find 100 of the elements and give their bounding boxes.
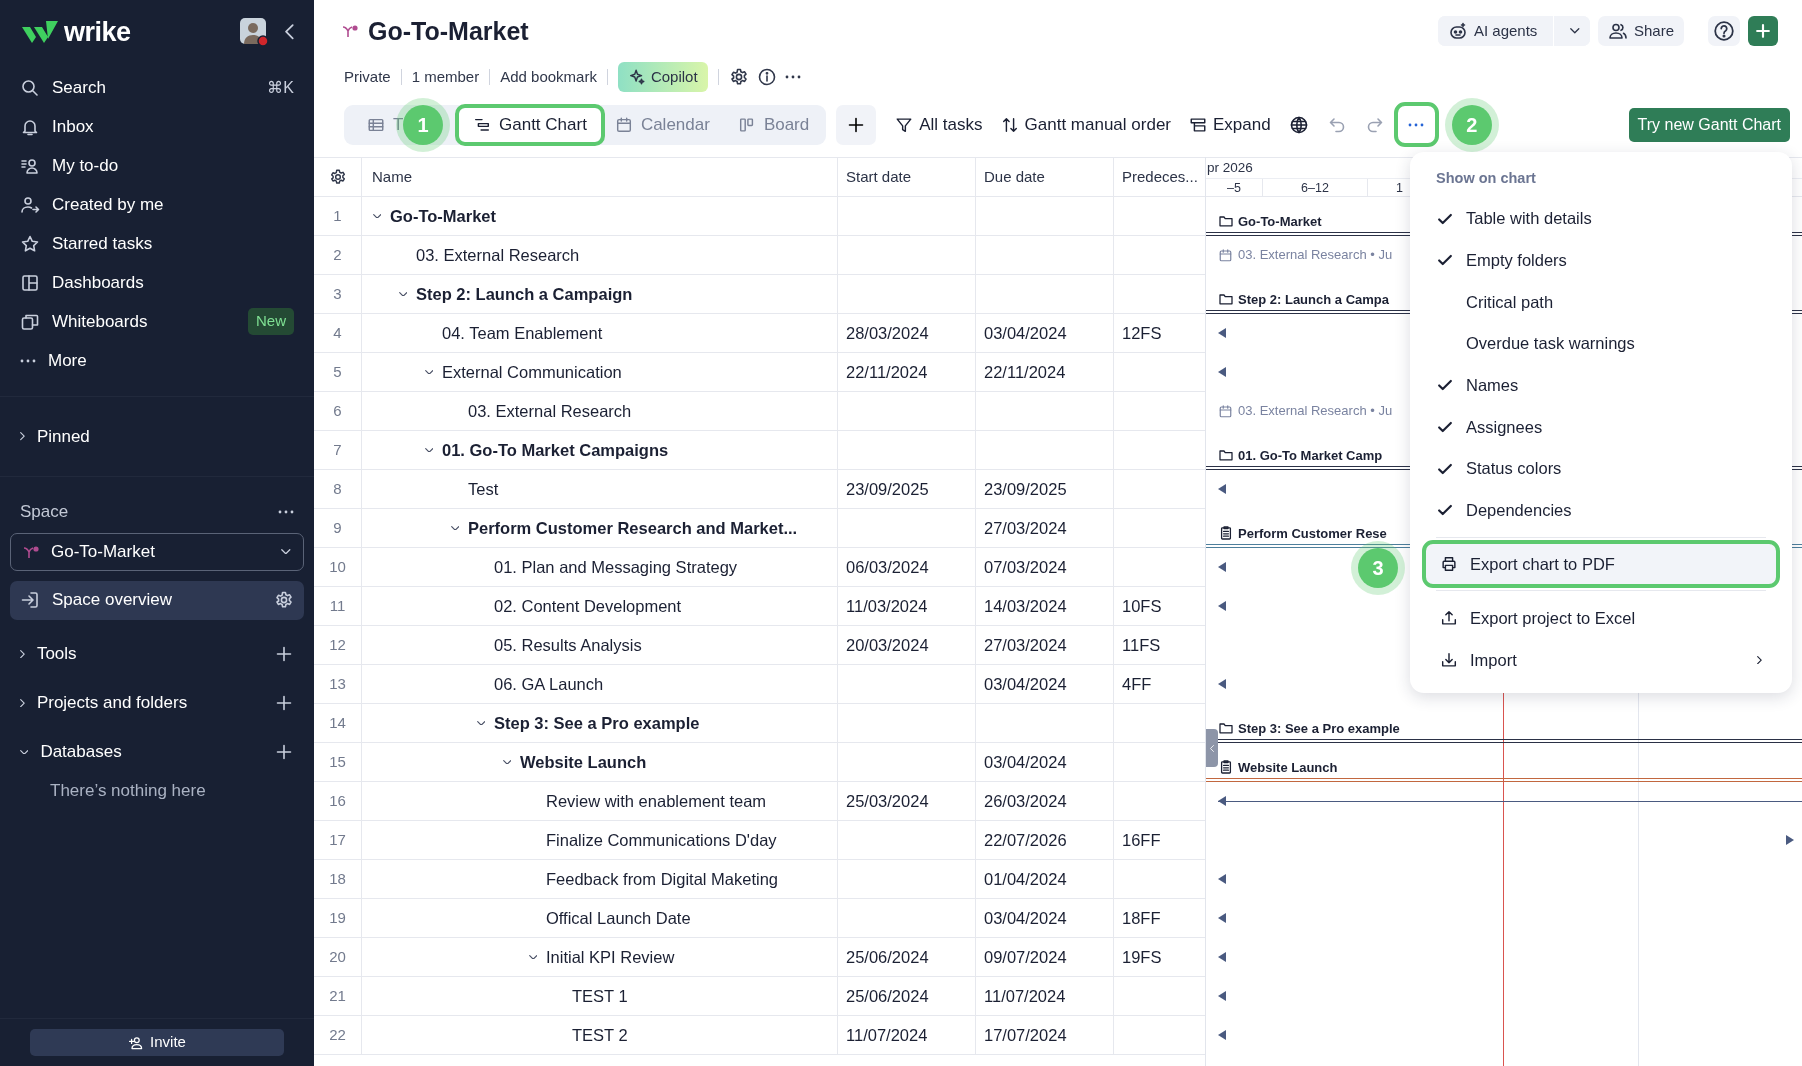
task-name[interactable]: Initial KPI Review — [546, 944, 675, 970]
settings-button[interactable] — [728, 67, 749, 87]
gantt-bar-label[interactable]: Perform Customer Rese — [1218, 523, 1387, 543]
more-icon — [278, 509, 294, 514]
menu-item[interactable]: Assignees — [1426, 406, 1776, 448]
menu-item[interactable]: Export project to Excel — [1426, 597, 1776, 640]
offscreen-arrow-icon[interactable] — [1218, 328, 1226, 338]
add-view-button[interactable] — [836, 104, 877, 145]
task-name[interactable]: 05. Results Analysis — [494, 632, 642, 658]
space-options-button[interactable] — [278, 509, 294, 514]
plus-icon — [1754, 21, 1772, 41]
plus-icon — [274, 644, 294, 664]
step-marker: 1 — [403, 104, 443, 145]
sidebar-item[interactable]: Whiteboards New — [0, 302, 314, 341]
task-name[interactable]: 02. Content Development — [494, 593, 682, 619]
offscreen-arrow-icon[interactable] — [1218, 601, 1226, 611]
task-name[interactable]: External Communication — [442, 359, 622, 385]
gantt-bar-label[interactable]: 03. External Research • Ju — [1218, 401, 1393, 421]
sort-button[interactable]: Gantt manual order — [991, 106, 1180, 143]
menu-item[interactable]: Names — [1426, 364, 1776, 407]
sidebar-item[interactable]: My to-do — [0, 146, 314, 185]
invite-button[interactable]: Invite — [30, 1029, 284, 1056]
space-dropdown[interactable]: Go-To-Market — [10, 532, 304, 571]
menu-item[interactable]: Import — [1426, 639, 1776, 682]
task-name[interactable]: 01. Go-To Market Campaigns — [442, 437, 669, 463]
task-name[interactable]: Step 2: Launch a Campaign — [416, 281, 633, 307]
task-name[interactable]: Step 3: See a Pro example — [494, 710, 700, 736]
gantt-bar-label[interactable]: Step 2: Launch a Campa — [1218, 289, 1389, 309]
row-number: 15 — [329, 751, 346, 772]
people-icon — [1607, 21, 1628, 41]
offscreen-arrow-icon[interactable] — [1218, 991, 1226, 1001]
menu-item[interactable]: Empty folders — [1426, 239, 1776, 282]
task-name[interactable]: Website Launch — [520, 749, 647, 775]
sidebar-item[interactable]: Inbox — [0, 107, 314, 146]
task-name[interactable]: Review with enablement team — [546, 788, 767, 814]
sidebar-item[interactable]: Created by me — [0, 185, 314, 224]
menu-item[interactable]: Status colors — [1426, 447, 1776, 490]
row-number: 13 — [329, 673, 346, 694]
task-name[interactable]: Offical Launch Date — [546, 905, 691, 931]
task-name[interactable]: Finalize Communications D'day — [546, 827, 777, 853]
offscreen-arrow-icon[interactable] — [1218, 679, 1226, 689]
calendar-icon — [1218, 403, 1233, 419]
sidebar-section[interactable]: Projects and folders — [0, 683, 314, 723]
offscreen-arrow-icon[interactable] — [1218, 796, 1226, 806]
task-name[interactable]: Perform Customer Research and Market... — [468, 515, 798, 541]
sidebar-item[interactable]: More — [0, 341, 314, 380]
meta-link[interactable]: 1 member — [411, 65, 480, 89]
meta-link[interactable]: Private — [344, 65, 391, 89]
menu-item[interactable]: Overdue task warnings — [1426, 322, 1776, 365]
copilot-button[interactable]: Copilot — [617, 61, 708, 93]
column-settings-button[interactable] — [328, 168, 347, 186]
sidebar-item[interactable]: Space overview — [10, 580, 304, 620]
sidebar-item[interactable]: Dashboards — [0, 263, 314, 302]
sidebar-section[interactable]: Tools — [0, 634, 314, 674]
filter-button[interactable]: All tasks — [886, 106, 992, 143]
share-button[interactable]: Share — [1597, 16, 1684, 46]
dashboard-icon — [20, 272, 40, 293]
task-name[interactable]: 03. External Research — [468, 398, 632, 424]
gantt-bar-label[interactable]: Step 3: See a Pro example — [1218, 718, 1400, 738]
gantt-bar-label[interactable]: 03. External Research • Ju — [1218, 245, 1393, 265]
due-date: 03/04/2024 — [984, 907, 1067, 929]
menu-item[interactable]: Critical path — [1426, 281, 1776, 323]
task-name[interactable]: 03. External Research — [416, 242, 580, 268]
collapse-pane-handle[interactable] — [1206, 729, 1218, 767]
sidebar-item[interactable]: Search ⌘K — [0, 68, 314, 107]
info-button[interactable] — [756, 67, 777, 87]
gantt-bar-label[interactable]: Website Launch — [1218, 757, 1338, 777]
meta-link[interactable]: Add bookmark — [500, 65, 597, 89]
collapse-sidebar-button[interactable] — [285, 24, 294, 40]
menu-item[interactable]: Dependencies — [1426, 489, 1776, 532]
add-button[interactable] — [1748, 16, 1778, 46]
offscreen-arrow-icon[interactable] — [1218, 952, 1226, 962]
offscreen-arrow-icon[interactable] — [1218, 913, 1226, 923]
task-name[interactable]: TEST 2 — [572, 1022, 628, 1048]
task-name[interactable]: Go-To-Market — [390, 203, 497, 229]
row-number: 2 — [333, 244, 342, 265]
offscreen-arrow-icon[interactable] — [1786, 835, 1794, 845]
task-name[interactable]: 01. Plan and Messaging Strategy — [494, 554, 738, 580]
gantt-bar-label[interactable]: Go-To-Market — [1218, 211, 1322, 231]
task-name[interactable]: TEST 1 — [572, 983, 628, 1009]
task-name[interactable]: 04. Team Enablement — [442, 320, 603, 346]
offscreen-arrow-icon[interactable] — [1218, 562, 1226, 572]
offscreen-arrow-icon[interactable] — [1218, 367, 1226, 377]
menu-item[interactable]: Table with details — [1426, 197, 1776, 240]
sidebar-item[interactable]: Starred tasks — [0, 224, 314, 263]
help-button[interactable] — [1708, 16, 1740, 46]
pinned-section[interactable]: Pinned — [0, 417, 314, 456]
try-new-gantt-button[interactable]: Try new Gantt Chart — [1628, 107, 1790, 142]
expand-button[interactable]: Expand — [1180, 106, 1280, 143]
chevron-icon — [20, 698, 25, 708]
gantt-bar-label[interactable]: 01. Go-To Market Camp — [1218, 445, 1383, 465]
task-name[interactable]: 06. GA Launch — [494, 671, 604, 697]
row-number: 16 — [329, 790, 346, 811]
task-name[interactable]: Feedback from Digital Maketing — [546, 866, 778, 892]
sidebar-section[interactable]: Databases — [0, 732, 314, 772]
task-name[interactable]: Test — [468, 476, 499, 502]
offscreen-arrow-icon[interactable] — [1218, 1030, 1226, 1040]
offscreen-arrow-icon[interactable] — [1218, 874, 1226, 884]
offscreen-arrow-icon[interactable] — [1218, 484, 1226, 494]
avatar[interactable] — [239, 17, 270, 47]
